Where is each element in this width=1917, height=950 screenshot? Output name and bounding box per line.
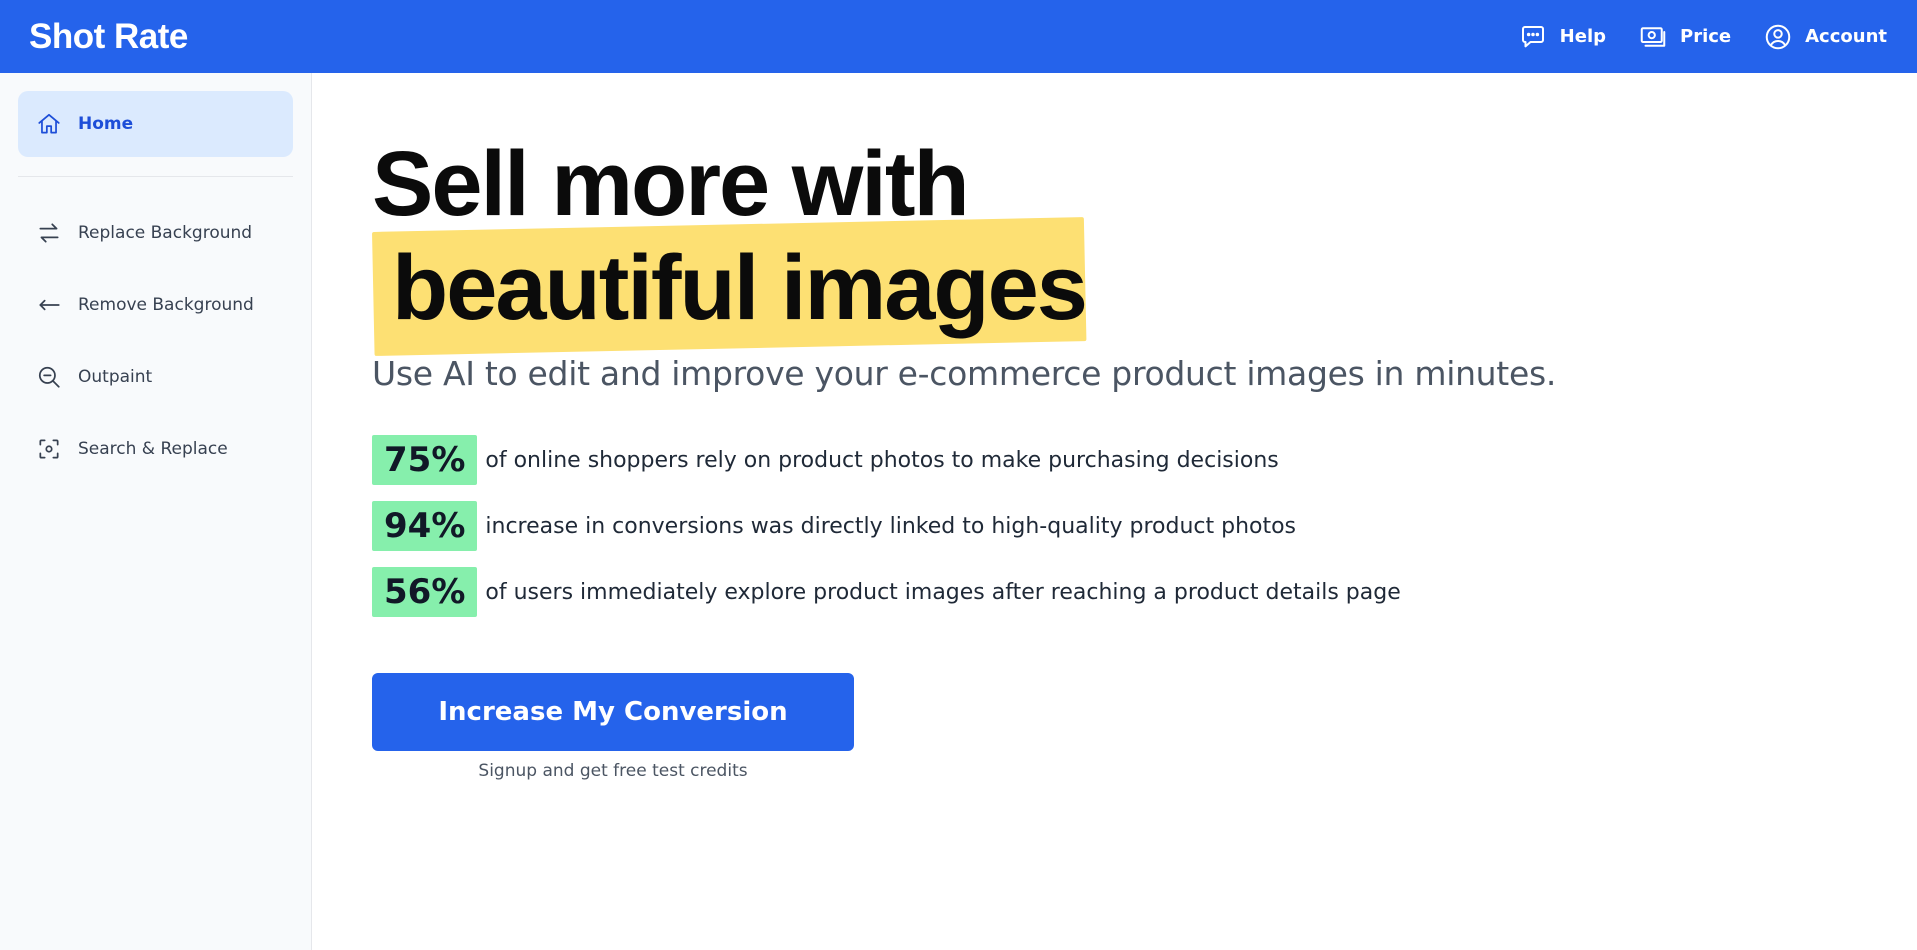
increase-conversion-button[interactable]: Increase My Conversion: [372, 673, 854, 751]
account-link[interactable]: Account: [1763, 22, 1887, 52]
stat-item: 94% increase in conversions was directly…: [372, 493, 1872, 559]
stat-item: 56% of users immediately explore product…: [372, 559, 1872, 625]
help-label: Help: [1559, 26, 1606, 47]
stat-description: of users immediately explore product ima…: [485, 579, 1401, 605]
sidebar-item-remove-background[interactable]: Remove Background: [18, 269, 293, 341]
sidebar-item-label: Outpaint: [78, 367, 153, 387]
main-content: Sell more with beautiful images Use AI t…: [372, 73, 1872, 781]
zoom-out-icon: [36, 364, 62, 390]
scan-target-icon: [36, 436, 62, 462]
top-nav: Help Price Account: [1518, 22, 1887, 52]
stat-value-badge: 56%: [372, 567, 478, 617]
help-link[interactable]: Help: [1518, 22, 1606, 52]
sidebar-item-label: Home: [78, 114, 134, 134]
cta-section: Increase My Conversion Signup and get fr…: [372, 673, 854, 781]
hero-headline: Sell more with beautiful images: [372, 138, 1872, 334]
stat-value-badge: 94%: [372, 501, 478, 551]
sidebar-item-home[interactable]: Home: [18, 91, 293, 157]
sidebar-item-label: Search & Replace: [78, 439, 228, 459]
top-header: Shot Rate Help Price Account: [0, 0, 1917, 73]
cta-note: Signup and get free test credits: [478, 761, 748, 781]
brand-logo[interactable]: Shot Rate: [29, 17, 188, 57]
hero-subheading: Use AI to edit and improve your e-commer…: [372, 354, 1557, 393]
sidebar-item-label: Replace Background: [78, 223, 253, 243]
stat-description: of online shoppers rely on product photo…: [485, 447, 1279, 473]
sidebar-item-search-replace[interactable]: Search & Replace: [18, 413, 293, 485]
sidebar-divider: [18, 176, 293, 177]
home-icon: [36, 111, 62, 137]
arrow-left-icon: [36, 292, 62, 318]
sidebar-item-label: Remove Background: [78, 295, 254, 315]
sidebar-tools: Replace Background Remove Background Out…: [18, 197, 293, 485]
headline-line-1: Sell more with: [372, 133, 970, 235]
price-label: Price: [1680, 26, 1732, 47]
stat-value-badge: 75%: [372, 435, 478, 485]
swap-arrows-icon: [36, 220, 62, 246]
headline-line-2: beautiful images: [392, 237, 1088, 339]
sidebar: Home Replace Background Remove Backgroun…: [0, 73, 312, 950]
banknote-icon: [1638, 22, 1668, 52]
headline-highlight: beautiful images: [372, 224, 1106, 334]
account-label: Account: [1805, 26, 1887, 47]
sidebar-item-outpaint[interactable]: Outpaint: [18, 341, 293, 413]
stats-list: 75% of online shoppers rely on product p…: [372, 427, 1872, 625]
stat-description: increase in conversions was directly lin…: [485, 513, 1297, 539]
user-circle-icon: [1763, 22, 1793, 52]
sidebar-item-replace-background[interactable]: Replace Background: [18, 197, 293, 269]
stat-item: 75% of online shoppers rely on product p…: [372, 427, 1872, 493]
chat-bubble-icon: [1518, 22, 1548, 52]
price-link[interactable]: Price: [1638, 22, 1731, 52]
